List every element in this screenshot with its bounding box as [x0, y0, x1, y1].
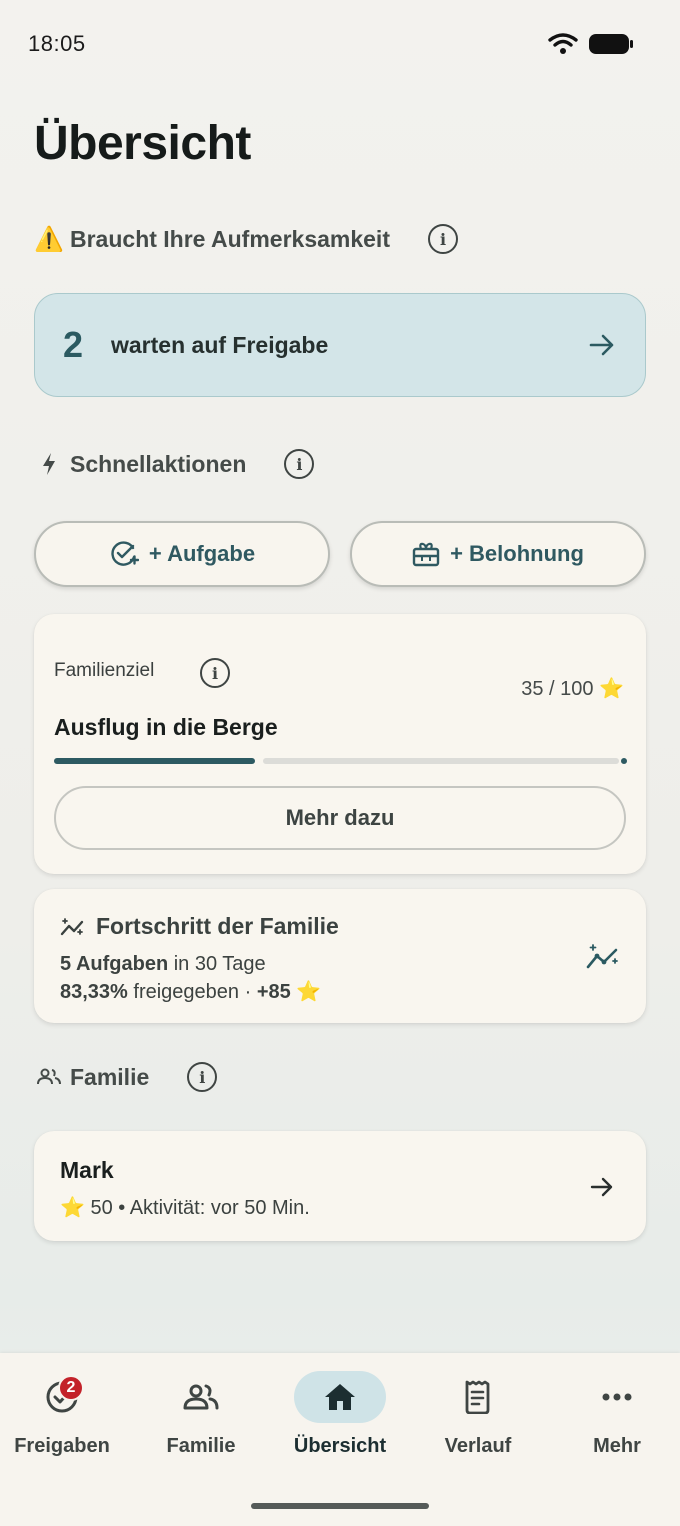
pending-label: warten auf Freigabe — [111, 331, 329, 358]
wifi-icon — [548, 33, 578, 54]
arrow-right-icon — [589, 334, 614, 356]
tasks-summary: 5 Aufgaben in 30 Tage — [60, 953, 266, 975]
gift-card-icon — [412, 542, 440, 567]
nav-item-more[interactable]: Mehr — [549, 1371, 680, 1471]
arrow-right-icon — [590, 1177, 613, 1197]
nav-label: Familie — [166, 1435, 236, 1457]
status-icons — [548, 32, 634, 56]
pending-approvals-card[interactable]: 2 warten auf Freigabe — [34, 293, 646, 397]
nav-item-family[interactable]: Familie — [133, 1371, 269, 1471]
family-progress-title: Fortschritt der Familie — [96, 913, 339, 939]
add-reward-label: + Belohnung — [450, 541, 584, 566]
more-info-button[interactable]: Mehr dazu — [54, 786, 626, 850]
info-icon[interactable]: i — [200, 658, 230, 688]
status-time: 18:05 — [28, 31, 86, 56]
family-heading: Familie — [70, 1063, 150, 1090]
info-icon[interactable]: i — [187, 1062, 218, 1092]
family-goal-label: Familienziel — [54, 660, 155, 681]
bolt-icon — [43, 453, 55, 475]
more-dots-icon — [602, 1393, 632, 1401]
approvals-badge: 2 — [58, 1375, 84, 1401]
page-title: Übersicht — [34, 117, 251, 170]
receipt-icon — [465, 1380, 490, 1414]
quick-actions-heading: Schnellaktionen — [70, 450, 247, 477]
goal-progress-bar — [54, 758, 627, 764]
warning-icon: ⚠️ — [34, 225, 64, 253]
progress-end-dot — [621, 758, 627, 764]
member-meta: ⭐ 50 • Aktivität: vor 50 Min. — [60, 1197, 310, 1219]
attention-heading: Braucht Ihre Aufmerksamkeit — [70, 225, 390, 252]
pending-count: 2 — [63, 324, 84, 365]
info-icon[interactable]: i — [427, 224, 458, 254]
nav-item-history[interactable]: Verlauf — [410, 1371, 546, 1471]
progress-remaining — [263, 758, 619, 764]
family-progress-card[interactable]: Fortschritt der Familie 5 Aufgaben in 30… — [34, 889, 646, 1023]
family-progress-title-row: Fortschritt der Familie — [60, 913, 339, 940]
approval-summary: 83,33% freigegeben · +85 ⭐ — [60, 981, 322, 1003]
nav-label: Mehr — [593, 1435, 641, 1457]
nav-label: Übersicht — [293, 1435, 387, 1457]
nav-item-overview[interactable]: Übersicht — [272, 1371, 408, 1471]
nav-label: Verlauf — [444, 1435, 512, 1457]
goal-name: Ausflug in die Berge — [54, 714, 278, 740]
home-indicator[interactable] — [251, 1503, 429, 1509]
trend-sparkle-icon — [60, 917, 84, 935]
status-bar: 18:05 — [0, 0, 680, 88]
battery-icon — [589, 34, 633, 54]
nav-item-approvals[interactable]: 2 Freigaben — [0, 1371, 130, 1471]
add-reward-button[interactable]: + Belohnung — [350, 521, 646, 587]
add-task-label: + Aufgabe — [148, 541, 256, 566]
info-icon[interactable]: i — [284, 449, 315, 479]
attention-section-header: ⚠️ Braucht Ihre Aufmerksamkeit i — [34, 224, 458, 254]
family-member-card[interactable]: Mark ⭐ 50 • Aktivität: vor 50 Min. — [34, 1131, 646, 1241]
family-goal-card: Familienziel i 35 / 100 ⭐ Ausflug in die… — [34, 614, 646, 874]
nav-label: Freigaben — [14, 1435, 110, 1457]
add-task-button[interactable]: + Aufgabe — [34, 521, 330, 587]
goal-progress-text: 35 / 100 ⭐ — [521, 678, 624, 700]
people-icon — [37, 1068, 61, 1085]
progress-fill — [54, 758, 255, 764]
trend-chart-icon — [586, 944, 618, 969]
bottom-navigation: 2 Freigaben Familie Übersicht Verlauf Me… — [0, 1353, 680, 1526]
quick-actions-header: Schnellaktionen i — [34, 449, 315, 479]
home-icon — [325, 1384, 355, 1410]
people-icon — [183, 1384, 219, 1410]
check-plus-icon — [111, 541, 139, 566]
member-name: Mark — [60, 1157, 114, 1183]
family-section-header: Familie i — [34, 1062, 218, 1092]
